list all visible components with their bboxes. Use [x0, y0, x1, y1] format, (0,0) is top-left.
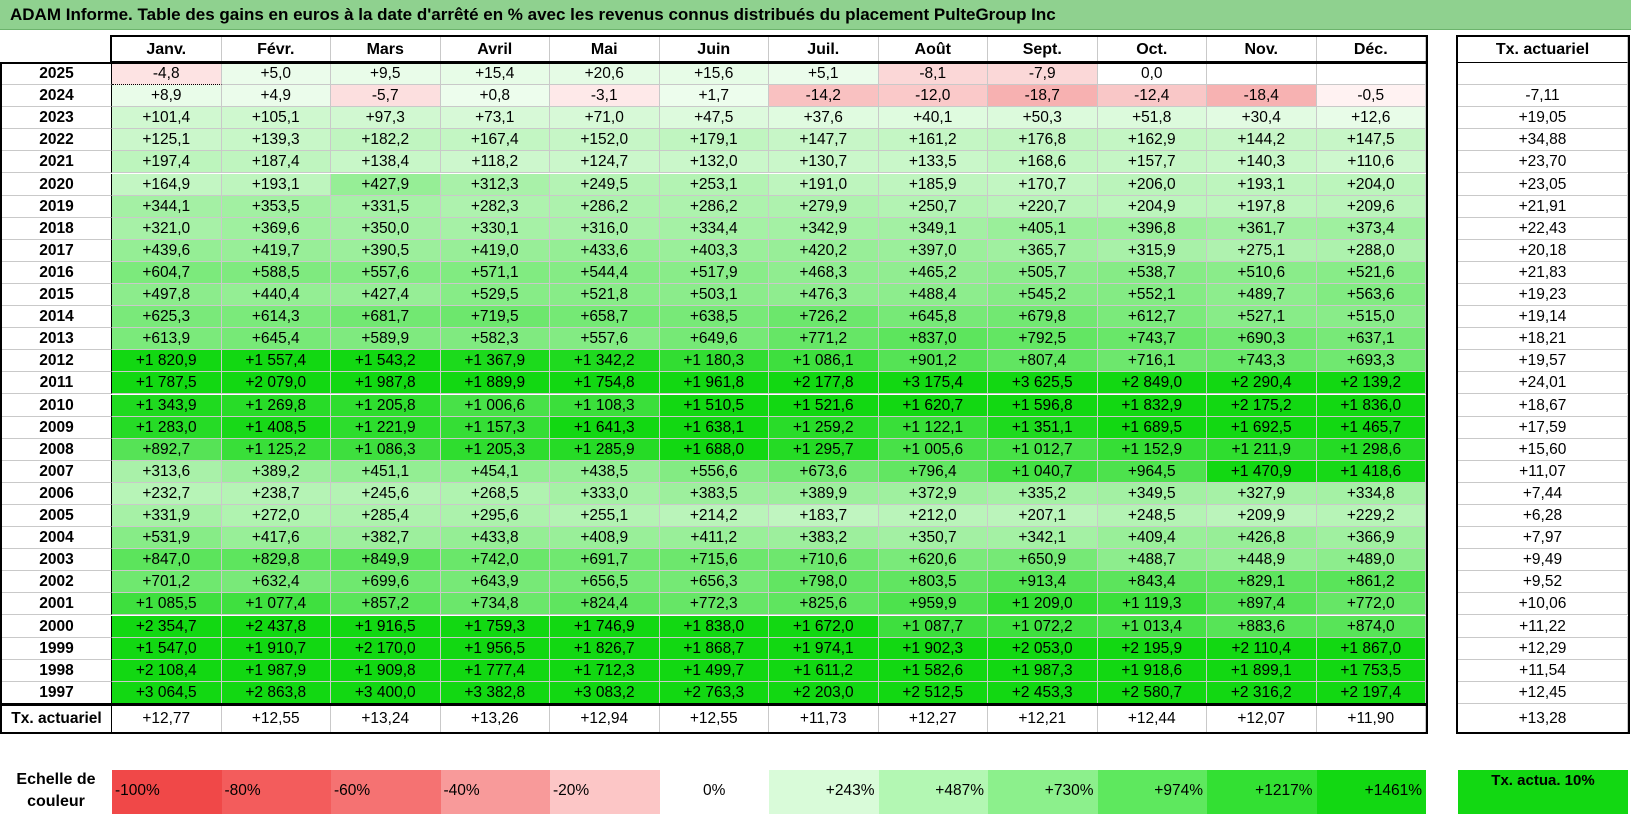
- month-header-frame: [110, 35, 1428, 63]
- scale-step: +1217%: [1207, 770, 1317, 814]
- scale-step: 0%: [659, 770, 769, 814]
- scale-label: Echelle de couleur: [16, 771, 96, 810]
- scale-step: +1461%: [1316, 770, 1426, 814]
- scale-step: -80%: [221, 770, 331, 814]
- actuarial-frame: [1456, 35, 1630, 734]
- footer-frame: [0, 703, 1428, 734]
- scale-step: -20%: [550, 770, 660, 814]
- body-frame: [0, 62, 1428, 705]
- scale-step: -40%: [440, 770, 550, 814]
- scale-step: -100%: [112, 770, 222, 814]
- report-title: ADAM Informe. Table des gains en euros à…: [0, 0, 1631, 30]
- scale-step: +974%: [1097, 770, 1207, 814]
- scale-step: +487%: [878, 770, 988, 814]
- scale-step: -60%: [331, 770, 441, 814]
- scale-step: +243%: [769, 770, 879, 814]
- scale-actuarial-swatch: Tx. actua. 10%: [1458, 770, 1628, 814]
- scale-step: +730%: [988, 770, 1098, 814]
